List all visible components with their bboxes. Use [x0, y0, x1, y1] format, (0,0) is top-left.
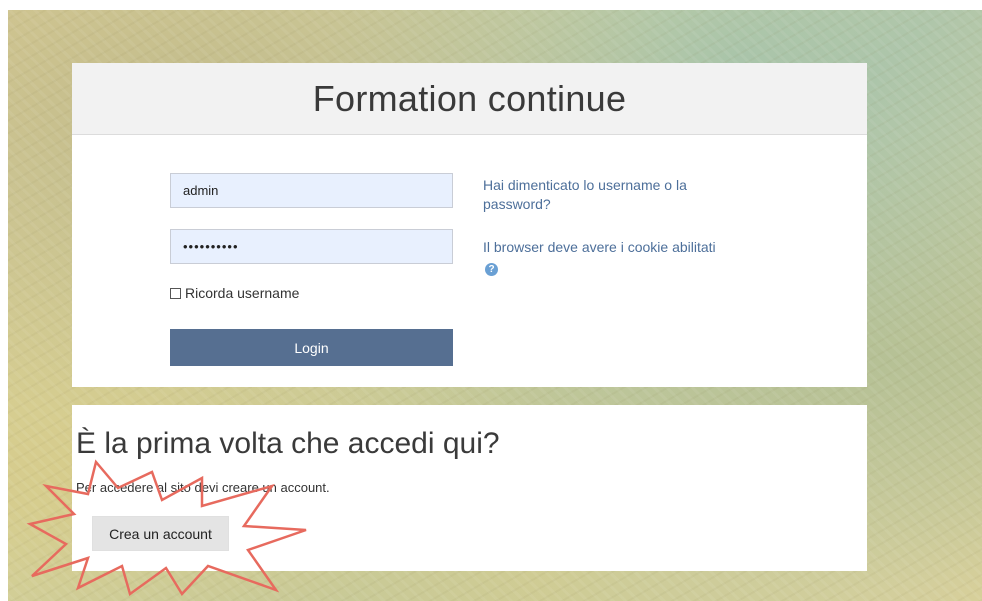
- signup-text: Per accedere al sito devi creare un acco…: [76, 480, 330, 495]
- question-circle-icon[interactable]: ?: [485, 263, 498, 276]
- frame-top: [0, 0, 982, 10]
- remember-label: Ricorda username: [185, 285, 300, 301]
- signup-heading: È la prima volta che accedi qui?: [76, 427, 500, 460]
- create-account-button[interactable]: Crea un account: [92, 516, 229, 551]
- signup-card: È la prima volta che accedi qui? Per acc…: [72, 405, 867, 571]
- frame-left: [0, 0, 8, 601]
- username-input[interactable]: admin: [170, 173, 453, 208]
- remember-username[interactable]: Ricorda username: [170, 285, 299, 301]
- site-title: Formation continue: [312, 77, 627, 119]
- cookies-note: Il browser deve avere i cookie abilitati: [483, 239, 716, 255]
- remember-checkbox[interactable]: [170, 287, 181, 299]
- card-header: Formation continue: [72, 63, 867, 135]
- login-card: Formation continue admin •••••••••• Rico…: [72, 63, 867, 387]
- forgot-password-link[interactable]: Hai dimenticato lo username o la passwor…: [483, 176, 753, 214]
- login-button[interactable]: Login: [170, 329, 453, 366]
- password-input[interactable]: ••••••••••: [170, 229, 453, 264]
